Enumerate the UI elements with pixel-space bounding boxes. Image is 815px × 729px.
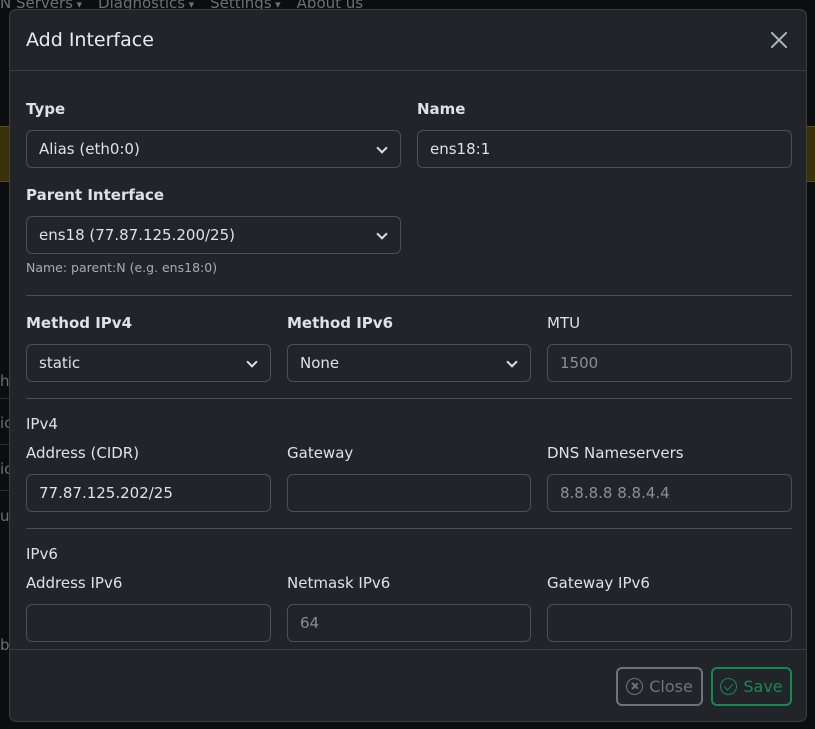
close-icon[interactable]	[767, 28, 791, 52]
dns-nameservers-placeholder: 8.8.8.8 8.8.4.4	[560, 484, 670, 502]
ipv6-gateway-label: Gateway IPv6	[547, 574, 650, 592]
method-ipv4-value: static	[39, 354, 81, 372]
mtu-label: MTU	[547, 314, 581, 332]
method-ipv6-select[interactable]: None	[287, 344, 531, 382]
parent-interface-label: Parent Interface	[26, 186, 165, 204]
divider	[26, 295, 792, 296]
mtu-input[interactable]: 1500	[547, 344, 792, 382]
name-input[interactable]: ens18:1	[417, 130, 792, 168]
type-label: Type	[26, 100, 66, 118]
name-label: Name	[417, 100, 466, 118]
check-circle-icon	[720, 678, 738, 695]
add-interface-modal: Add Interface Type Alias (eth0:0) Name e…	[9, 9, 807, 722]
method-ipv6-label: Method IPv6	[287, 314, 394, 332]
parent-interface-hint: Name: parent:N (e.g. ens18:0)	[26, 260, 218, 275]
ipv4-address-value: 77.87.125.202/25	[39, 484, 173, 502]
method-ipv6-value: None	[300, 354, 340, 372]
save-button[interactable]: Save	[711, 667, 792, 706]
modal-title: Add Interface	[26, 29, 154, 51]
modal-header: Add Interface	[10, 10, 806, 71]
parent-interface-select[interactable]: ens18 (77.87.125.200/25)	[26, 216, 401, 254]
ipv6-netmask-input[interactable]: 64	[287, 604, 531, 642]
parent-interface-value: ens18 (77.87.125.200/25)	[39, 226, 235, 244]
type-select[interactable]: Alias (eth0:0)	[26, 130, 401, 168]
ipv4-gateway-label: Gateway	[287, 444, 354, 462]
ipv4-section-title: IPv4	[26, 415, 58, 433]
mtu-input-placeholder: 1500	[560, 354, 599, 372]
divider	[26, 528, 792, 529]
modal-footer: Close Save	[10, 649, 806, 721]
close-button[interactable]: Close	[616, 667, 703, 706]
ipv6-netmask-label: Netmask IPv6	[287, 574, 391, 592]
ipv6-section-title: IPv6	[26, 545, 58, 563]
save-button-label: Save	[743, 677, 783, 696]
chevron-down-icon	[246, 356, 258, 368]
ipv6-address-label: Address IPv6	[26, 574, 123, 592]
chevron-down-icon	[376, 142, 388, 154]
dns-nameservers-label: DNS Nameservers	[547, 444, 684, 462]
x-circle-icon	[626, 678, 644, 695]
modal-body: Type Alias (eth0:0) Name ens18:1 Parent …	[10, 72, 806, 649]
dns-nameservers-input[interactable]: 8.8.8.8 8.8.4.4	[547, 474, 792, 512]
method-ipv4-label: Method IPv4	[26, 314, 133, 332]
method-ipv4-select[interactable]: static	[26, 344, 271, 382]
ipv4-address-label: Address (CIDR)	[26, 444, 140, 462]
ipv6-gateway-input[interactable]	[547, 604, 792, 642]
name-input-value: ens18:1	[430, 140, 491, 158]
chevron-down-icon	[376, 228, 388, 240]
ipv4-address-input[interactable]: 77.87.125.202/25	[26, 474, 271, 512]
ipv6-address-input[interactable]	[26, 604, 271, 642]
divider	[26, 398, 792, 399]
ipv4-gateway-input[interactable]	[287, 474, 531, 512]
close-button-label: Close	[649, 677, 693, 696]
type-select-value: Alias (eth0:0)	[39, 140, 140, 158]
ipv6-netmask-placeholder: 64	[300, 614, 320, 632]
chevron-down-icon	[506, 356, 518, 368]
